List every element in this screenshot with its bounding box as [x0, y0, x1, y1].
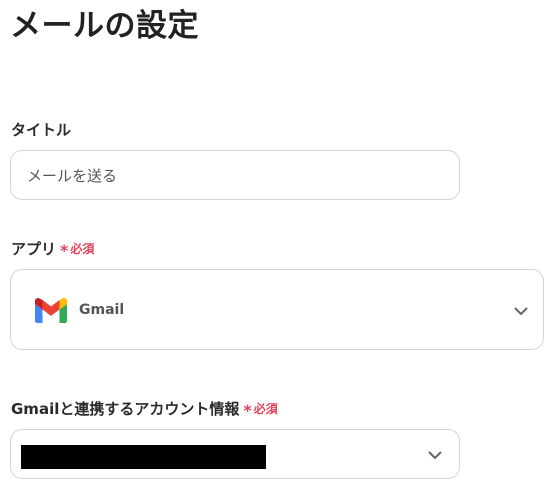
account-select[interactable]: [10, 429, 460, 479]
title-field-label: タイトル: [11, 120, 71, 140]
selected-app-name: Gmail: [79, 302, 125, 318]
required-asterisk: *: [60, 241, 69, 260]
required-badge: * 必須: [243, 399, 277, 419]
title-label-text: タイトル: [11, 121, 72, 139]
account-label-text: Gmailと連携するアカウント情報: [11, 400, 240, 418]
chevron-down-icon: [428, 451, 442, 459]
app-label-text: アプリ: [11, 240, 57, 258]
app-field-label: アプリ * 必須: [11, 239, 94, 259]
title-input[interactable]: [10, 150, 460, 200]
chevron-down-icon: [514, 307, 528, 315]
required-text: 必須: [253, 402, 278, 416]
account-field-label: Gmailと連携するアカウント情報 * 必須: [11, 399, 278, 419]
gmail-icon: [35, 298, 67, 323]
required-asterisk: *: [243, 401, 252, 420]
page-title: メールの設定: [10, 8, 199, 44]
redacted-account-value: [21, 445, 266, 469]
required-badge: * 必須: [60, 239, 94, 259]
required-text: 必須: [70, 242, 95, 256]
app-select[interactable]: Gmail: [10, 269, 544, 350]
